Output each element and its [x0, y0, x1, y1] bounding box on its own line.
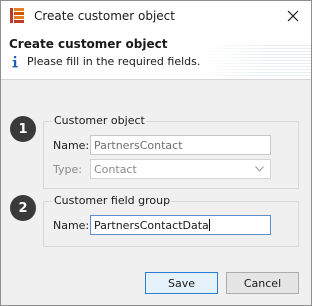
close-icon: [287, 10, 299, 22]
header-message: Please fill in the required fields.: [27, 55, 201, 68]
window-title: Create customer object: [34, 9, 175, 23]
app-icon: [10, 8, 24, 23]
step-badge-1: 1: [10, 116, 36, 142]
type-label: Type:: [53, 163, 82, 176]
customer-field-group-name-value: PartnersContactData: [94, 219, 209, 232]
cancel-button[interactable]: Cancel: [226, 272, 299, 294]
dialog-header: Create customer object Please fill in th…: [1, 31, 311, 80]
customer-object-name-value: PartnersContact: [94, 139, 183, 152]
step-badge-2: 2: [10, 195, 36, 221]
group-title: Customer field group: [53, 194, 172, 207]
customer-field-group-name-field[interactable]: PartnersContactData: [90, 215, 271, 235]
customer-field-group: Customer field group Name: PartnersConta…: [43, 194, 299, 247]
customer-object-name-field[interactable]: PartnersContact: [90, 135, 271, 155]
text-caret: [208, 219, 210, 231]
group-title: Customer object: [53, 114, 146, 127]
chevron-down-icon: [255, 166, 264, 172]
name-label: Name:: [53, 219, 90, 232]
title-bar[interactable]: Create customer object: [1, 1, 311, 31]
name-label: Name:: [53, 139, 90, 152]
close-button[interactable]: [281, 4, 305, 28]
type-select[interactable]: Contact: [90, 159, 271, 179]
header-decoration: [201, 45, 311, 77]
customer-object-group: Customer object Name: PartnersContact Ty…: [43, 114, 299, 189]
type-select-value: Contact: [94, 163, 137, 176]
dialog-window: Create customer object Create customer o…: [0, 0, 312, 306]
info-icon: [12, 56, 18, 68]
save-button[interactable]: Save: [145, 272, 218, 294]
header-title: Create customer object: [9, 37, 168, 51]
